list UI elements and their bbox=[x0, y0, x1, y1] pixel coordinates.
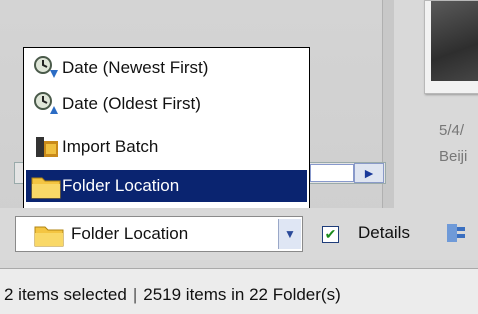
menu-item-date-oldest[interactable]: Date (Oldest First) bbox=[26, 88, 307, 120]
thumbnail-frame[interactable] bbox=[424, 0, 478, 94]
menu-item-label: Date (Newest First) bbox=[62, 58, 209, 77]
menu-item-label: Import Batch bbox=[62, 137, 159, 156]
details-checkbox[interactable]: ✔ bbox=[322, 226, 339, 243]
menu-item-date-newest[interactable]: Date (Newest First) bbox=[26, 52, 307, 84]
menu-item-import-batch[interactable]: Import Batch bbox=[26, 131, 307, 163]
clock-arrow-icon bbox=[30, 90, 62, 118]
details-label: Details bbox=[358, 223, 410, 242]
status-bar: 2 items selected | 2519 items in 22 Folder… bbox=[0, 268, 478, 314]
clock-arrow-icon bbox=[30, 54, 62, 82]
film-roll-icon bbox=[30, 133, 62, 161]
checkmark-icon: ✔ bbox=[324, 226, 337, 242]
folder-icon bbox=[30, 172, 62, 200]
menu-item-folder-location[interactable]: Folder Location bbox=[26, 170, 307, 202]
scroll-right-arrow-icon[interactable]: ► bbox=[354, 163, 384, 183]
thumbnail-image bbox=[431, 1, 478, 81]
status-summary: 2519 items in 22 Folder(s) bbox=[143, 285, 341, 304]
folder-icon bbox=[33, 224, 65, 248]
sort-menu: Date (Newest First) Date (Oldest First) … bbox=[23, 47, 310, 210]
menu-item-label: Folder Location bbox=[62, 176, 180, 195]
status-separator: | bbox=[132, 285, 138, 304]
details-view-icon[interactable] bbox=[445, 222, 467, 244]
chevron-down-icon[interactable]: ▼ bbox=[278, 219, 301, 249]
menu-item-label: Date (Oldest First) bbox=[62, 94, 201, 113]
sort-combo[interactable]: Folder Location ▼ bbox=[15, 216, 303, 252]
thumbnail-date: 5/4/ bbox=[439, 122, 465, 139]
status-selected: 2 items selected bbox=[4, 285, 127, 304]
status-text: 2 items selected | 2519 items in 22 Folder… bbox=[4, 285, 341, 305]
scrollbar-thumb[interactable] bbox=[310, 164, 354, 182]
thumbnail-location: Beiji bbox=[439, 148, 468, 165]
sort-combo-value: Folder Location bbox=[71, 224, 189, 243]
